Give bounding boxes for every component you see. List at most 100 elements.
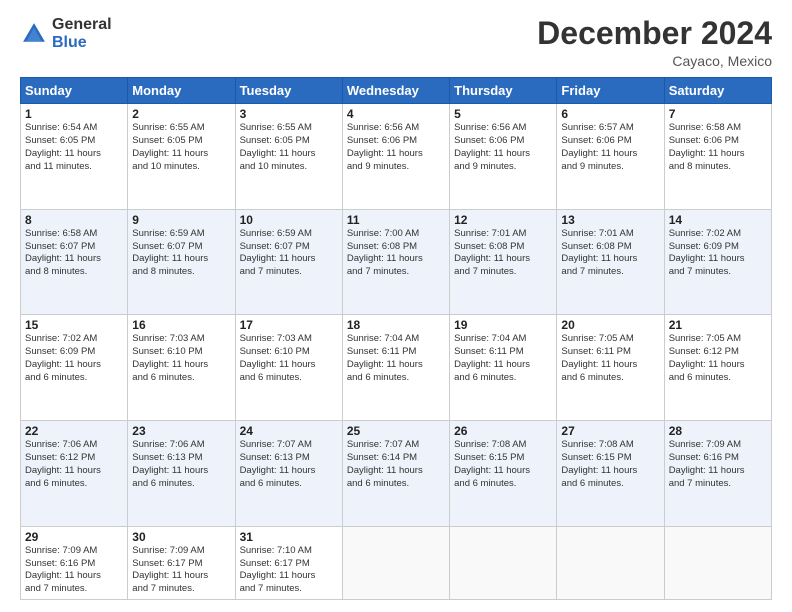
day-info: Sunrise: 7:10 AMSunset: 6:17 PMDaylight:… <box>240 545 338 596</box>
day-cell: 13Sunrise: 7:01 AMSunset: 6:08 PMDayligh… <box>557 209 664 315</box>
day-cell: 4Sunrise: 6:56 AMSunset: 6:06 PMDaylight… <box>342 104 449 210</box>
day-info: Sunrise: 7:05 AMSunset: 6:11 PMDaylight:… <box>561 333 659 384</box>
day-info: Sunrise: 6:58 AMSunset: 6:07 PMDaylight:… <box>25 228 123 279</box>
header: General Blue December 2024 Cayaco, Mexic… <box>20 16 772 69</box>
day-cell: 27Sunrise: 7:08 AMSunset: 6:15 PMDayligh… <box>557 421 664 527</box>
day-info: Sunrise: 6:58 AMSunset: 6:06 PMDaylight:… <box>669 122 767 173</box>
day-number: 30 <box>132 530 230 544</box>
day-info: Sunrise: 6:59 AMSunset: 6:07 PMDaylight:… <box>132 228 230 279</box>
day-info: Sunrise: 7:09 AMSunset: 6:16 PMDaylight:… <box>669 439 767 490</box>
day-cell: 28Sunrise: 7:09 AMSunset: 6:16 PMDayligh… <box>664 421 771 527</box>
month-year: December 2024 <box>537 16 772 51</box>
day-cell: 22Sunrise: 7:06 AMSunset: 6:12 PMDayligh… <box>21 421 128 527</box>
weekday-header: Tuesday <box>235 78 342 104</box>
day-number: 20 <box>561 318 659 332</box>
day-info: Sunrise: 7:01 AMSunset: 6:08 PMDaylight:… <box>561 228 659 279</box>
day-info: Sunrise: 7:04 AMSunset: 6:11 PMDaylight:… <box>454 333 552 384</box>
day-cell: 10Sunrise: 6:59 AMSunset: 6:07 PMDayligh… <box>235 209 342 315</box>
day-number: 27 <box>561 424 659 438</box>
day-number: 13 <box>561 213 659 227</box>
day-number: 6 <box>561 107 659 121</box>
day-number: 28 <box>669 424 767 438</box>
day-number: 7 <box>669 107 767 121</box>
weekday-header: Friday <box>557 78 664 104</box>
day-number: 18 <box>347 318 445 332</box>
day-info: Sunrise: 7:02 AMSunset: 6:09 PMDaylight:… <box>25 333 123 384</box>
page: General Blue December 2024 Cayaco, Mexic… <box>0 0 792 612</box>
day-cell: 20Sunrise: 7:05 AMSunset: 6:11 PMDayligh… <box>557 315 664 421</box>
empty-day-cell <box>664 526 771 599</box>
title-block: December 2024 Cayaco, Mexico <box>537 16 772 69</box>
weekday-header: Saturday <box>664 78 771 104</box>
day-number: 15 <box>25 318 123 332</box>
day-info: Sunrise: 7:06 AMSunset: 6:13 PMDaylight:… <box>132 439 230 490</box>
day-cell: 18Sunrise: 7:04 AMSunset: 6:11 PMDayligh… <box>342 315 449 421</box>
day-number: 25 <box>347 424 445 438</box>
day-info: Sunrise: 7:07 AMSunset: 6:13 PMDaylight:… <box>240 439 338 490</box>
day-cell: 30Sunrise: 7:09 AMSunset: 6:17 PMDayligh… <box>128 526 235 599</box>
day-number: 22 <box>25 424 123 438</box>
day-cell: 26Sunrise: 7:08 AMSunset: 6:15 PMDayligh… <box>450 421 557 527</box>
day-info: Sunrise: 7:08 AMSunset: 6:15 PMDaylight:… <box>561 439 659 490</box>
weekday-header: Sunday <box>21 78 128 104</box>
day-cell: 24Sunrise: 7:07 AMSunset: 6:13 PMDayligh… <box>235 421 342 527</box>
day-info: Sunrise: 7:07 AMSunset: 6:14 PMDaylight:… <box>347 439 445 490</box>
day-cell: 19Sunrise: 7:04 AMSunset: 6:11 PMDayligh… <box>450 315 557 421</box>
day-cell: 9Sunrise: 6:59 AMSunset: 6:07 PMDaylight… <box>128 209 235 315</box>
day-cell: 15Sunrise: 7:02 AMSunset: 6:09 PMDayligh… <box>21 315 128 421</box>
day-number: 17 <box>240 318 338 332</box>
day-cell: 5Sunrise: 6:56 AMSunset: 6:06 PMDaylight… <box>450 104 557 210</box>
day-cell: 3Sunrise: 6:55 AMSunset: 6:05 PMDaylight… <box>235 104 342 210</box>
day-number: 9 <box>132 213 230 227</box>
day-cell: 11Sunrise: 7:00 AMSunset: 6:08 PMDayligh… <box>342 209 449 315</box>
day-number: 12 <box>454 213 552 227</box>
day-number: 29 <box>25 530 123 544</box>
day-number: 16 <box>132 318 230 332</box>
day-info: Sunrise: 6:55 AMSunset: 6:05 PMDaylight:… <box>240 122 338 173</box>
day-number: 1 <box>25 107 123 121</box>
day-cell: 12Sunrise: 7:01 AMSunset: 6:08 PMDayligh… <box>450 209 557 315</box>
day-cell: 1Sunrise: 6:54 AMSunset: 6:05 PMDaylight… <box>21 104 128 210</box>
weekday-header: Monday <box>128 78 235 104</box>
day-info: Sunrise: 6:59 AMSunset: 6:07 PMDaylight:… <box>240 228 338 279</box>
day-number: 8 <box>25 213 123 227</box>
day-number: 23 <box>132 424 230 438</box>
logo-icon <box>20 20 48 48</box>
day-cell: 31Sunrise: 7:10 AMSunset: 6:17 PMDayligh… <box>235 526 342 599</box>
day-info: Sunrise: 7:08 AMSunset: 6:15 PMDaylight:… <box>454 439 552 490</box>
day-info: Sunrise: 7:09 AMSunset: 6:17 PMDaylight:… <box>132 545 230 596</box>
day-info: Sunrise: 7:03 AMSunset: 6:10 PMDaylight:… <box>240 333 338 384</box>
day-cell: 29Sunrise: 7:09 AMSunset: 6:16 PMDayligh… <box>21 526 128 599</box>
empty-day-cell <box>450 526 557 599</box>
day-number: 19 <box>454 318 552 332</box>
day-info: Sunrise: 6:56 AMSunset: 6:06 PMDaylight:… <box>454 122 552 173</box>
day-info: Sunrise: 7:00 AMSunset: 6:08 PMDaylight:… <box>347 228 445 279</box>
logo: General Blue <box>20 16 112 51</box>
day-info: Sunrise: 7:03 AMSunset: 6:10 PMDaylight:… <box>132 333 230 384</box>
day-number: 4 <box>347 107 445 121</box>
day-info: Sunrise: 7:09 AMSunset: 6:16 PMDaylight:… <box>25 545 123 596</box>
day-number: 2 <box>132 107 230 121</box>
empty-day-cell <box>557 526 664 599</box>
day-number: 31 <box>240 530 338 544</box>
day-number: 24 <box>240 424 338 438</box>
day-cell: 23Sunrise: 7:06 AMSunset: 6:13 PMDayligh… <box>128 421 235 527</box>
day-info: Sunrise: 6:54 AMSunset: 6:05 PMDaylight:… <box>25 122 123 173</box>
weekday-header: Thursday <box>450 78 557 104</box>
day-cell: 7Sunrise: 6:58 AMSunset: 6:06 PMDaylight… <box>664 104 771 210</box>
day-number: 26 <box>454 424 552 438</box>
logo-text: General Blue <box>52 16 112 51</box>
day-info: Sunrise: 7:05 AMSunset: 6:12 PMDaylight:… <box>669 333 767 384</box>
day-info: Sunrise: 7:04 AMSunset: 6:11 PMDaylight:… <box>347 333 445 384</box>
day-cell: 8Sunrise: 6:58 AMSunset: 6:07 PMDaylight… <box>21 209 128 315</box>
day-number: 11 <box>347 213 445 227</box>
day-cell: 17Sunrise: 7:03 AMSunset: 6:10 PMDayligh… <box>235 315 342 421</box>
location: Cayaco, Mexico <box>537 53 772 69</box>
day-info: Sunrise: 6:55 AMSunset: 6:05 PMDaylight:… <box>132 122 230 173</box>
weekday-header: Wednesday <box>342 78 449 104</box>
day-cell: 2Sunrise: 6:55 AMSunset: 6:05 PMDaylight… <box>128 104 235 210</box>
day-cell: 16Sunrise: 7:03 AMSunset: 6:10 PMDayligh… <box>128 315 235 421</box>
day-cell: 25Sunrise: 7:07 AMSunset: 6:14 PMDayligh… <box>342 421 449 527</box>
day-number: 10 <box>240 213 338 227</box>
day-number: 3 <box>240 107 338 121</box>
